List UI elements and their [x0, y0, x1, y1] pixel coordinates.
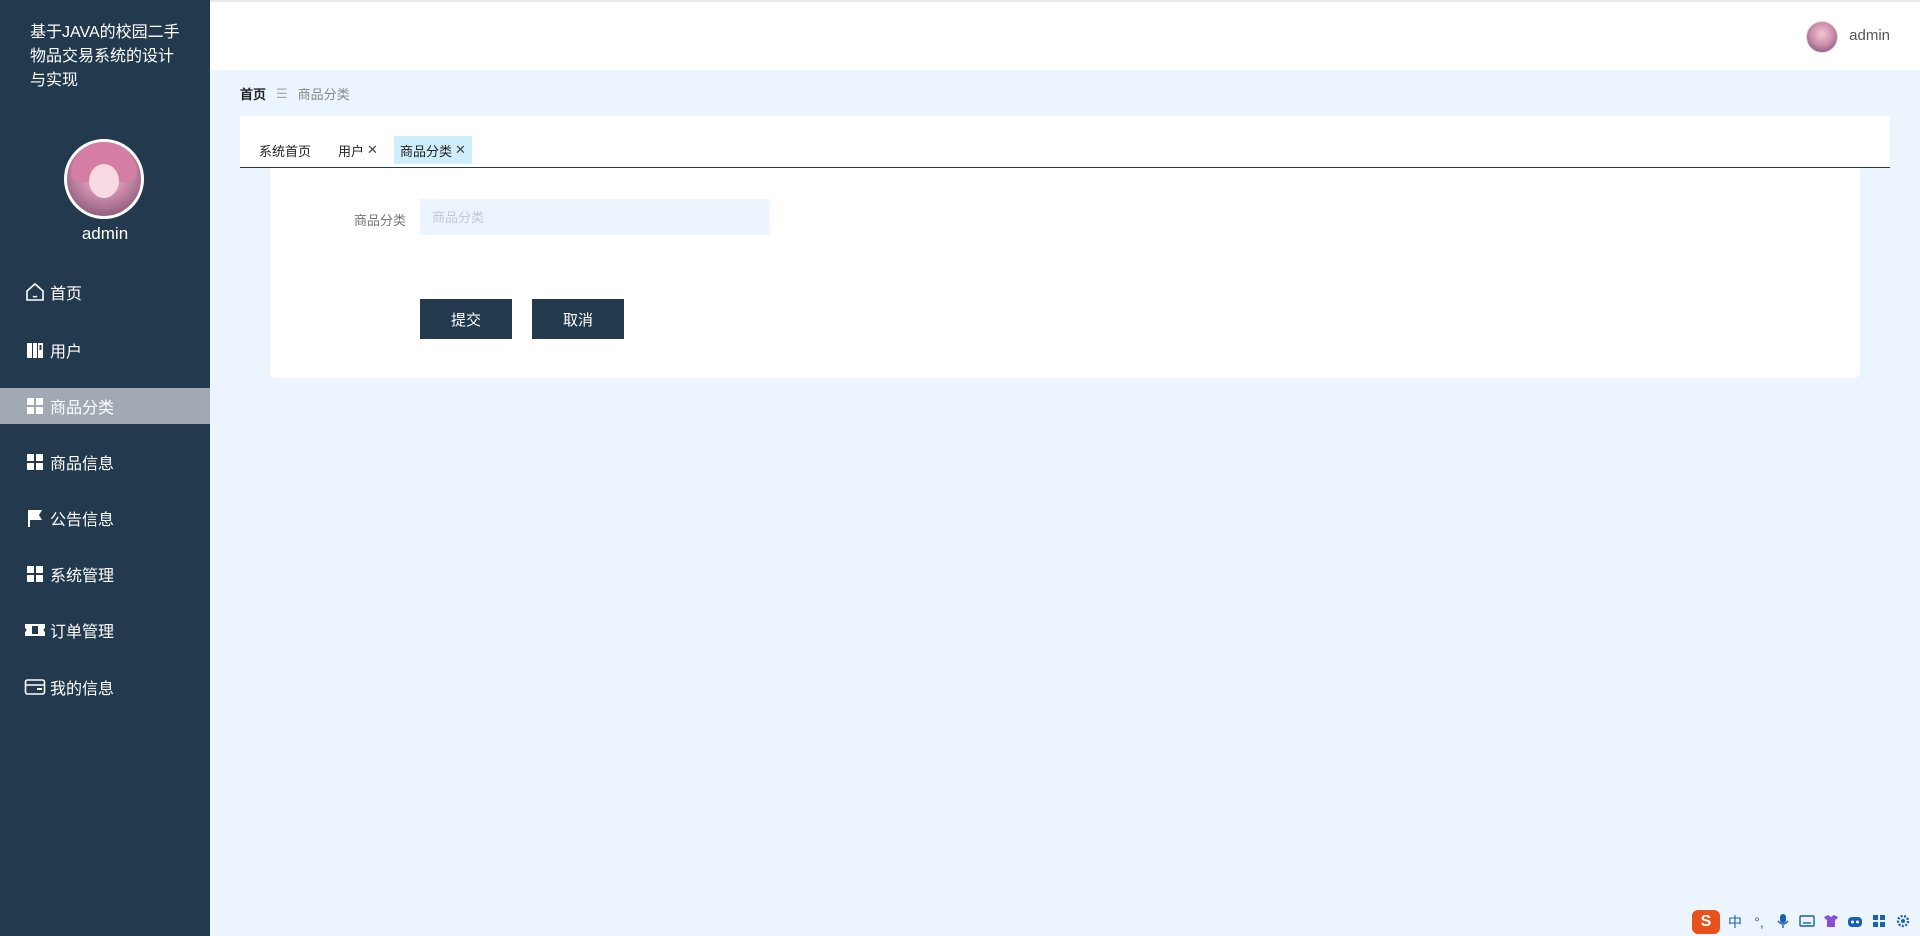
tab-users[interactable]: 用户 ✕ [332, 136, 384, 164]
sidebar-item-label: 公告信息 [50, 512, 115, 529]
sidebar-item-home[interactable]: 首页 [0, 274, 210, 310]
avatar [64, 139, 144, 219]
close-icon[interactable]: ✕ [367, 142, 378, 158]
sidebar-item-orders[interactable]: 订单管理 [0, 612, 210, 648]
sidebar-item-users[interactable]: 用户 [0, 332, 210, 368]
breadcrumb-home[interactable]: 首页 [240, 84, 266, 103]
settings-icon[interactable] [1894, 914, 1912, 931]
tabs-bar: 系统首页 用户 ✕ 商品分类 ✕ [240, 116, 1890, 168]
top-bar: admin [210, 0, 1920, 70]
sidebar-item-category[interactable]: 商品分类 [0, 388, 210, 424]
home-icon [24, 281, 46, 303]
breadcrumb-separator-icon: ☰ [276, 85, 288, 101]
sidebar-item-label: 首页 [50, 286, 83, 303]
sidebar-item-notices[interactable]: 公告信息 [0, 500, 210, 536]
sidebar-item-label: 我的信息 [50, 681, 115, 698]
sidebar-item-label: 系统管理 [50, 568, 115, 585]
sidebar-item-my-info[interactable]: 我的信息 [0, 669, 210, 705]
sidebar-item-label: 订单管理 [50, 624, 115, 641]
ime-tray: S 中 °, [1660, 908, 1920, 936]
sidebar-item-product-info[interactable]: 商品信息 [0, 444, 210, 480]
grid-icon [24, 395, 46, 417]
category-input[interactable] [420, 199, 770, 235]
keyboard-icon[interactable] [1798, 914, 1816, 930]
sidebar-item-label: 用户 [50, 344, 83, 361]
avatar[interactable] [1806, 21, 1838, 53]
sogou-logo-icon[interactable]: S [1692, 910, 1720, 934]
submit-button[interactable]: 提交 [420, 299, 512, 339]
flag-icon [24, 507, 46, 529]
form-panel: 商品分类 提交 取消 [270, 168, 1860, 378]
breadcrumb-current: 商品分类 [297, 87, 350, 102]
tab-label: 系统首页 [259, 143, 312, 159]
app-title: 基于JAVA的校园二手物品交易系统的设计与实现 [30, 24, 180, 89]
sidebar: 基于JAVA的校园二手物品交易系统的设计与实现 admin 首页 用户 商品分类 [0, 0, 210, 936]
ticket-icon [24, 619, 46, 641]
shirt-icon[interactable] [1822, 914, 1840, 931]
breadcrumb: 首页 ☰ 商品分类 [240, 84, 350, 103]
card-icon [24, 676, 46, 698]
grid-icon [24, 451, 46, 473]
cancel-button[interactable]: 取消 [532, 299, 624, 339]
grid-icon [24, 563, 46, 585]
header-username[interactable]: admin [1849, 27, 1890, 44]
punctuation-toggle[interactable]: °, [1750, 914, 1768, 930]
tab-system-home[interactable]: 系统首页 [253, 136, 317, 164]
sidebar-item-label: 商品分类 [50, 400, 115, 417]
category-field-label: 商品分类 [354, 213, 407, 228]
sidebar-username: admin [81, 224, 129, 243]
sidebar-item-system[interactable]: 系统管理 [0, 556, 210, 592]
tab-label: 用户 [338, 143, 365, 159]
close-icon[interactable]: ✕ [455, 142, 466, 158]
tab-label: 商品分类 [400, 143, 453, 159]
mic-icon[interactable] [1774, 913, 1792, 932]
apps-icon[interactable] [1870, 914, 1888, 931]
lang-toggle[interactable]: 中 [1726, 912, 1744, 932]
bot-icon[interactable] [1846, 914, 1864, 931]
book-icon [24, 339, 46, 361]
sidebar-item-label: 商品信息 [50, 456, 115, 473]
tab-category[interactable]: 商品分类 ✕ [394, 136, 472, 164]
